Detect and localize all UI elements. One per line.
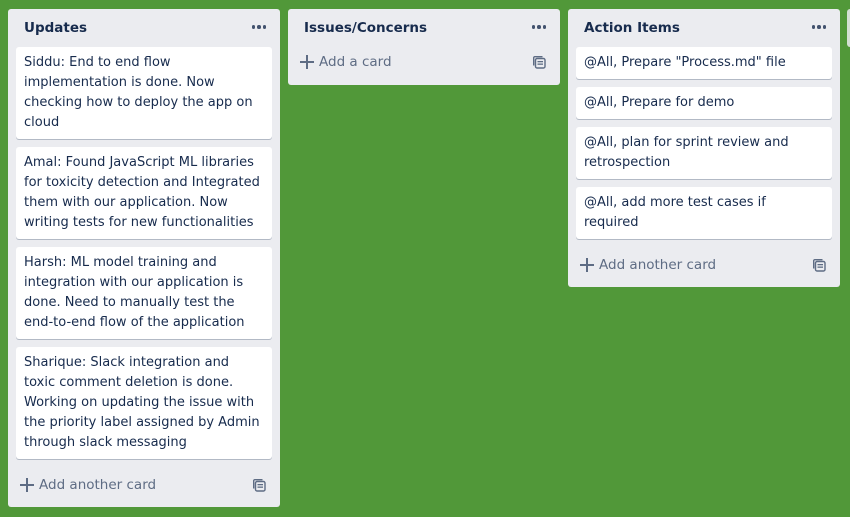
list-title[interactable]: Action Items (584, 20, 680, 36)
card[interactable]: @All, plan for sprint review and retrosp… (576, 127, 832, 179)
card[interactable]: @All, add more test cases if required (576, 187, 832, 239)
card[interactable]: Siddu: End to end flow implementation is… (16, 47, 272, 139)
more-horizontal-icon[interactable] (808, 17, 830, 37)
card[interactable]: @All, Prepare "Process.md" file (576, 47, 832, 79)
list-header: Issues/Concerns (288, 9, 560, 47)
list-header: Action Items (568, 9, 840, 47)
card-template-icon[interactable] (533, 56, 546, 69)
add-card-button[interactable]: Add a card (288, 47, 560, 85)
card[interactable]: Amal: Found JavaScript ML libraries for … (16, 147, 272, 239)
list-title[interactable]: Issues/Concerns (304, 20, 427, 36)
plus-icon (20, 478, 34, 492)
list-title[interactable]: Updates (24, 20, 87, 36)
card[interactable]: @All, Prepare for demo (576, 87, 832, 119)
card[interactable]: Sharique: Slack integration and toxic co… (16, 347, 272, 459)
card-list: @All, Prepare "Process.md" file @All, Pr… (568, 47, 840, 239)
plus-icon (580, 258, 594, 272)
plus-icon (300, 55, 314, 69)
more-horizontal-icon[interactable] (528, 17, 550, 37)
add-card-label: Add a card (319, 54, 392, 70)
add-card-button[interactable]: Add another card (8, 467, 280, 507)
card-list: Siddu: End to end flow implementation is… (8, 47, 280, 459)
add-card-button[interactable]: Add another card (568, 247, 840, 287)
list-header: Updates (8, 9, 280, 47)
add-card-label: Add another card (39, 477, 157, 493)
list-issues-concerns: Issues/Concerns Add a card (288, 9, 560, 85)
more-horizontal-icon[interactable] (248, 17, 270, 37)
card-template-icon[interactable] (813, 259, 826, 272)
list-updates: Updates Siddu: End to end flow implement… (8, 9, 280, 507)
add-card-label: Add another card (599, 257, 717, 273)
list-action-items: Action Items @All, Prepare "Process.md" … (568, 9, 840, 287)
card[interactable]: Harsh: ML model training and integration… (16, 247, 272, 339)
card-template-icon[interactable] (253, 479, 266, 492)
